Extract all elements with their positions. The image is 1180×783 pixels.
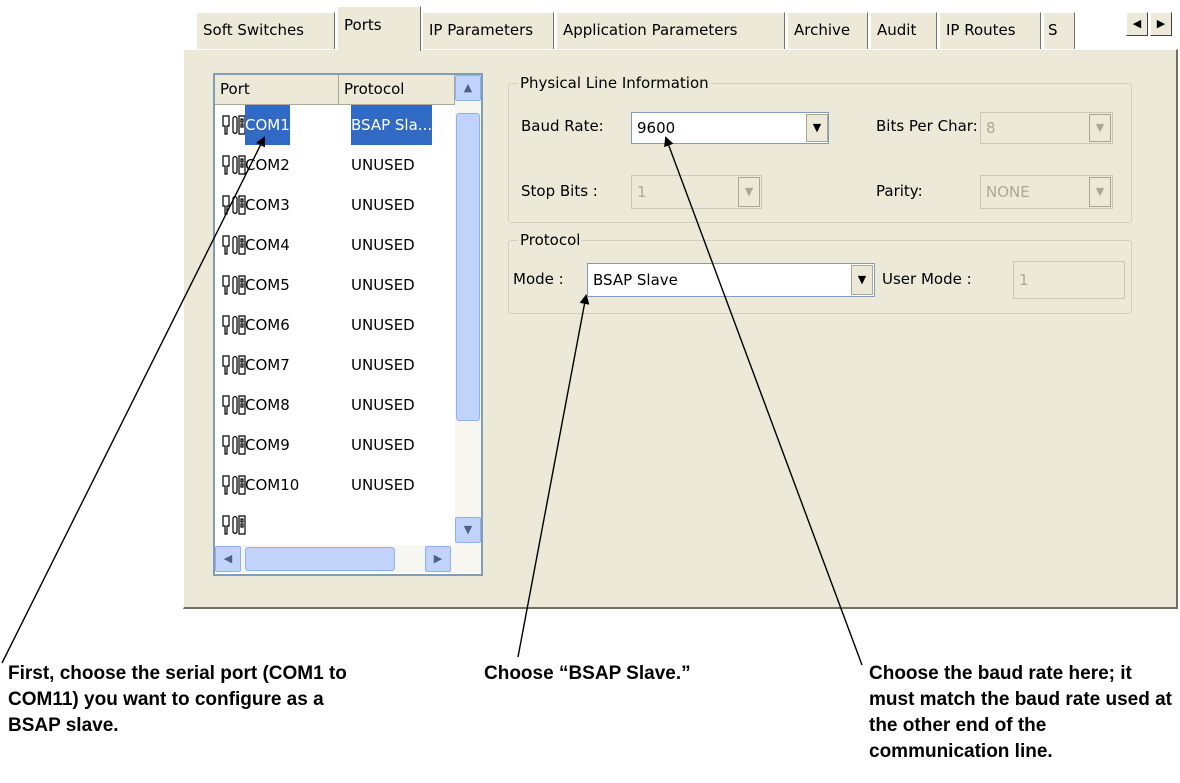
bits-per-char-value: 8 — [986, 119, 996, 137]
port-protocol: UNUSED — [351, 196, 415, 214]
port-name: COM10 — [245, 476, 300, 494]
port-name: COM9 — [245, 436, 290, 454]
column-header-label: Protocol — [344, 80, 405, 98]
tab-label: Application Parameters — [563, 21, 738, 39]
port-name: COM2 — [245, 156, 290, 174]
stop-bits-dropdown-button[interactable]: ▼ — [738, 177, 760, 207]
port-row[interactable]: COM6 UNUSED — [217, 305, 453, 345]
port-protocol: UNUSED — [351, 276, 415, 294]
mode-value: BSAP Slave — [593, 271, 678, 289]
port-name: COM1 — [245, 105, 290, 145]
port-list[interactable]: Port Protocol COM1 BSAP Sla... COM2 UNUSED C… — [213, 73, 483, 576]
bits-per-char-label: Bits Per Char: — [876, 117, 978, 135]
column-header-protocol[interactable]: Protocol — [339, 75, 455, 105]
port-row[interactable]: COM9 UNUSED — [217, 425, 453, 465]
tab-scroll-right-button[interactable]: ▶ — [1150, 12, 1172, 36]
tab-label: Audit — [877, 21, 917, 39]
mode-select[interactable]: BSAP Slave — [587, 263, 875, 297]
arrow-left-icon: ◀ — [1132, 17, 1142, 30]
port-protocol: UNUSED — [351, 436, 415, 454]
tab-label: IP Parameters — [429, 21, 534, 39]
chevron-down-icon: ▼ — [463, 523, 473, 536]
port-row[interactable]: COM1 BSAP Sla... — [217, 105, 453, 145]
serial-port-icon — [222, 515, 246, 535]
horizontal-scroll-thumb[interactable] — [245, 547, 395, 571]
vertical-scrollbar[interactable]: ▲ ▼ — [455, 75, 481, 545]
port-name: COM4 — [245, 236, 290, 254]
tab-archive[interactable]: Archive — [787, 12, 868, 49]
user-mode-value: 1 — [1019, 271, 1029, 289]
port-row[interactable]: COM2 UNUSED — [217, 145, 453, 185]
chevron-down-icon: ▼ — [857, 273, 867, 286]
scroll-right-button[interactable]: ▶ — [425, 546, 451, 572]
port-name: COM5 — [245, 276, 290, 294]
stop-bits-label: Stop Bits : — [521, 182, 598, 200]
mode-label: Mode : — [513, 270, 564, 288]
mode-selection-note: Choose “BSAP Slave.” — [484, 663, 691, 684]
chevron-right-icon: ▶ — [433, 552, 443, 565]
arrow-right-icon: ▶ — [1156, 17, 1166, 30]
tab-label: Ports — [344, 16, 382, 34]
bits-per-char-dropdown-button[interactable]: ▼ — [1089, 114, 1111, 142]
protocol-legend: Protocol — [518, 231, 583, 249]
stop-bits-value: 1 — [637, 183, 647, 201]
port-row[interactable]: COM3 UNUSED — [217, 185, 453, 225]
chevron-down-icon: ▼ — [1095, 185, 1105, 198]
baud-rate-note: Choose the baud rate here; it must match… — [869, 663, 1173, 762]
port-protocol: UNUSED — [351, 236, 415, 254]
user-mode-input[interactable]: 1 — [1013, 261, 1125, 299]
scroll-left-button[interactable]: ◀ — [215, 546, 241, 572]
column-header-label: Port — [220, 80, 250, 98]
parity-value: NONE — [986, 183, 1030, 201]
baud-rate-label: Baud Rate: — [521, 117, 604, 135]
scroll-down-button[interactable]: ▼ — [455, 517, 481, 543]
tab-application-parameters[interactable]: Application Parameters — [556, 12, 785, 49]
column-header-port[interactable]: Port — [215, 75, 339, 105]
tab-ports[interactable]: Ports — [337, 6, 421, 51]
tab-label: S — [1048, 21, 1058, 39]
tab-scroll-left-button[interactable]: ◀ — [1126, 12, 1148, 36]
parity-dropdown-button[interactable]: ▼ — [1089, 177, 1111, 207]
vertical-scroll-thumb[interactable] — [456, 113, 480, 421]
scroll-up-button[interactable]: ▲ — [455, 75, 481, 101]
port-selection-note: First, choose the serial port (COM1 to C… — [8, 663, 347, 736]
physical-line-legend: Physical Line Information — [518, 74, 711, 92]
port-name: COM7 — [245, 356, 290, 374]
tab-ip-routes[interactable]: IP Routes — [939, 12, 1041, 49]
port-name: COM8 — [245, 396, 290, 414]
chevron-down-icon: ▼ — [1095, 121, 1105, 134]
port-protocol: UNUSED — [351, 396, 415, 414]
tab-label: Soft Switches — [203, 21, 305, 39]
baud-rate-value: 9600 — [637, 119, 676, 137]
tab-ip-parameters[interactable]: IP Parameters — [422, 12, 554, 49]
horizontal-scrollbar[interactable]: ◀ ▶ — [215, 545, 481, 573]
port-protocol: UNUSED — [351, 316, 415, 334]
port-protocol: UNUSED — [351, 156, 415, 174]
port-name: COM3 — [245, 196, 290, 214]
port-row[interactable]: COM10 UNUSED — [217, 465, 453, 505]
port-row[interactable]: COM8 UNUSED — [217, 385, 453, 425]
chevron-down-icon: ▼ — [744, 185, 754, 198]
port-row[interactable]: COM5 UNUSED — [217, 265, 453, 305]
chevron-down-icon: ▼ — [812, 121, 822, 134]
port-row[interactable]: COM4 UNUSED — [217, 225, 453, 265]
tab-label: Archive — [794, 21, 851, 39]
tab-label: IP Routes — [946, 21, 1016, 39]
user-mode-label: User Mode : — [882, 270, 972, 288]
chevron-left-icon: ◀ — [223, 552, 233, 565]
baud-rate-dropdown-button[interactable]: ▼ — [806, 114, 828, 142]
tab-audit[interactable]: Audit — [870, 12, 937, 49]
port-row[interactable]: COM7 UNUSED — [217, 345, 453, 385]
port-protocol: BSAP Sla... — [351, 105, 433, 145]
tab-soft-switches[interactable]: Soft Switches — [196, 12, 335, 49]
parity-label: Parity: — [876, 182, 923, 200]
port-protocol: UNUSED — [351, 356, 415, 374]
port-protocol: UNUSED — [351, 476, 415, 494]
baud-rate-select[interactable]: 9600 — [631, 112, 829, 144]
chevron-up-icon: ▲ — [463, 81, 473, 94]
port-name: COM6 — [245, 316, 290, 334]
mode-dropdown-button[interactable]: ▼ — [851, 265, 873, 295]
port-row-partial[interactable] — [217, 505, 453, 545]
tab-s[interactable]: S — [1043, 12, 1075, 49]
